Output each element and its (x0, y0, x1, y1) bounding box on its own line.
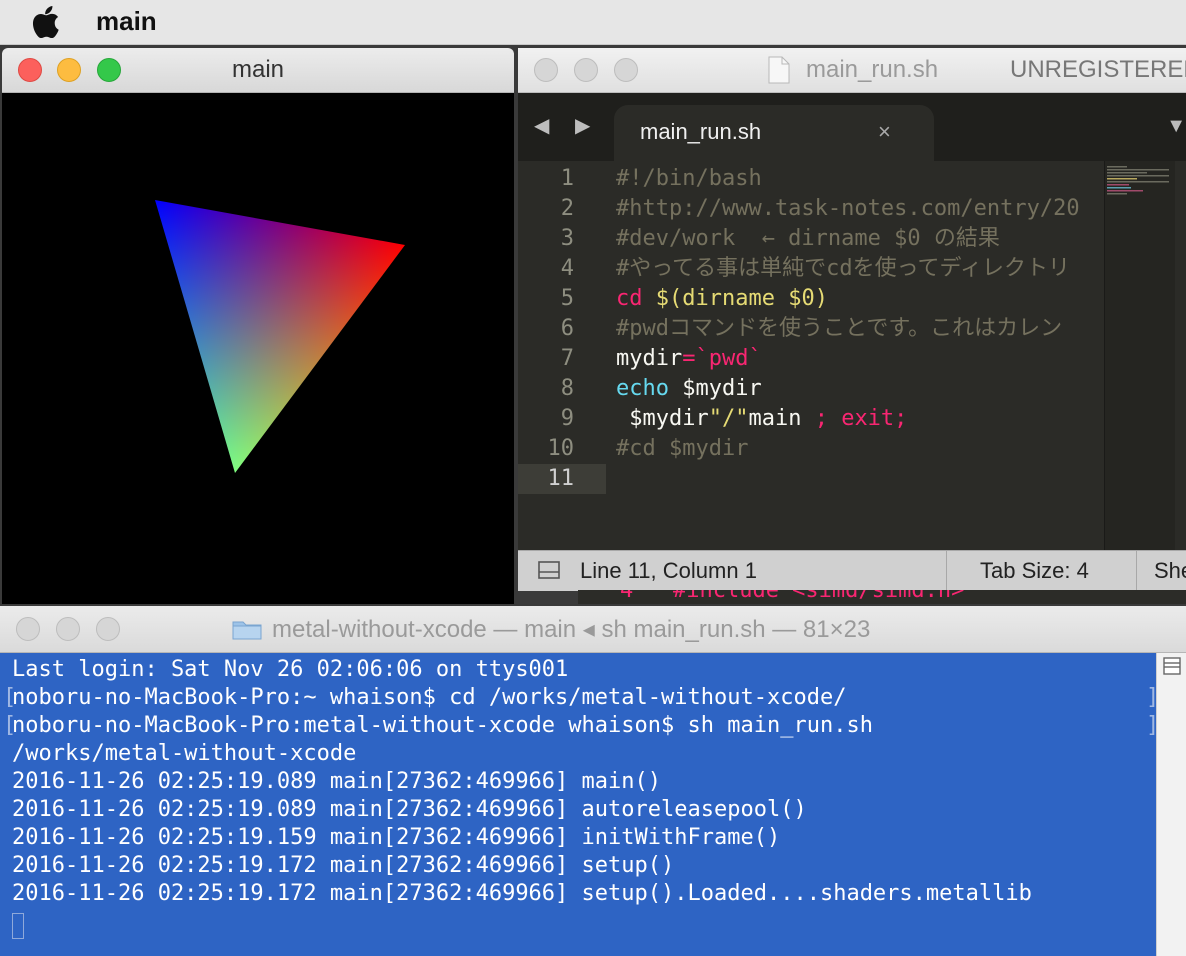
unregistered-label: UNREGISTERED (1010, 56, 1186, 83)
terminal-line: 2016-11-26 02:25:19.172 main[27362:46996… (12, 881, 1032, 906)
document-icon (768, 56, 790, 84)
folder-icon (232, 621, 262, 640)
code-line-1: #!/bin/bash (616, 166, 762, 191)
terminal-window: metal-without-xcode — main ◂ sh main_run… (0, 606, 1186, 956)
status-divider (946, 551, 947, 591)
sublime-titlebar[interactable]: main_run.sh UNREGISTERED (518, 48, 1186, 93)
code-token-exit: ; exit; (814, 406, 908, 431)
terminal-cursor (12, 913, 24, 939)
line-number: 4 (560, 256, 574, 281)
code-token-variable: $mydir (616, 406, 709, 431)
code-line-3: #dev/work ← dirname $0 の結果 (616, 226, 1000, 251)
split-pane-icon[interactable] (1163, 657, 1181, 675)
background-code-line: 4 #include <simd/simd.h> (620, 590, 965, 603)
code-line-4: #やってる事は単純でcdを使ってディレクトリ (616, 256, 1070, 281)
terminal-output[interactable]: Last login: Sat Nov 26 02:06:06 on ttys0… (0, 653, 1159, 956)
app-menu-name[interactable]: main (96, 6, 157, 37)
terminal-line: 2016-11-26 02:25:19.089 main[27362:46996… (12, 769, 662, 794)
terminal-line: noboru-no-MacBook-Pro:metal-without-xcod… (12, 713, 873, 738)
terminal-line: noboru-no-MacBook-Pro:~ whaison$ cd /wor… (12, 685, 847, 710)
syntax-selector[interactable]: She (1154, 558, 1186, 584)
minimize-window-button[interactable] (574, 58, 598, 82)
sublime-window: main_run.sh UNREGISTERED ◀ ▶ main_run.sh… (518, 48, 1186, 591)
sublime-window-title: main_run.sh (806, 56, 939, 83)
code-line-9: $mydir"/"main ; exit; (616, 404, 907, 434)
line-number: 1 (560, 166, 574, 191)
menu-bar: main (0, 0, 1186, 45)
line-number: 9 (560, 406, 574, 431)
tab-list-dropdown-icon[interactable]: ▼ (1166, 115, 1186, 138)
metal-window: main (2, 48, 514, 604)
code-token-backtick: `pwd` (695, 346, 762, 371)
terminal-line: /works/metal-without-xcode (12, 741, 357, 766)
code-line-5: cd $(dirname $0) (616, 284, 828, 314)
code-token-operator: = (682, 346, 696, 371)
line-number-gutter: 1 2 3 4 5 6 7 8 9 10 11 (518, 161, 606, 556)
code-token-word: main (748, 406, 815, 431)
status-bar: Line 11, Column 1 Tab Size: 4 She (518, 550, 1186, 591)
code-token-argument: $mydir (668, 376, 762, 401)
metal-window-titlebar[interactable]: main (2, 48, 514, 93)
terminal-line: 2016-11-26 02:25:19.172 main[27362:46996… (12, 853, 675, 878)
close-window-button[interactable] (16, 617, 40, 641)
code-line-2: #http://www.task-notes.com/entry/20 (616, 196, 1080, 221)
terminal-window-title: metal-without-xcode — main ◂ sh main_run… (272, 616, 871, 643)
tab-main-run-sh[interactable]: main_run.sh × (614, 105, 934, 161)
line-number: 7 (560, 346, 574, 371)
terminal-line: 2016-11-26 02:25:19.089 main[27362:46996… (12, 797, 807, 822)
code-token-variable: mydir (616, 346, 683, 371)
tab-label: main_run.sh (640, 119, 762, 144)
metal-window-title: main (231, 56, 285, 83)
line-number: 8 (560, 376, 574, 401)
tab-close-icon[interactable]: × (878, 119, 891, 145)
code-line-7: mydir=`pwd` (616, 344, 762, 374)
code-token-string: "/" (708, 406, 749, 431)
code-line-8: echo $mydir (616, 374, 762, 404)
minimap-preview (1107, 166, 1169, 195)
line-number: 6 (560, 316, 574, 341)
code-token-builtin: echo (616, 376, 669, 401)
close-window-button[interactable] (534, 58, 558, 82)
cursor-position: Line 11, Column 1 (580, 558, 757, 583)
zoom-window-button[interactable] (614, 58, 638, 82)
minimap[interactable] (1104, 161, 1175, 556)
terminal-line: 2016-11-26 02:25:19.159 main[27362:46996… (12, 825, 781, 850)
code-token-command: cd (616, 286, 656, 311)
line-number: 10 (547, 436, 575, 461)
background-editor-window: 4 #include <simd/simd.h> (578, 590, 1186, 604)
rgb-triangle (155, 200, 405, 473)
status-divider (1136, 551, 1137, 591)
line-number: 2 (560, 196, 574, 221)
minimize-window-button[interactable] (56, 617, 80, 641)
apple-logo-icon[interactable] (30, 6, 60, 38)
tab-size-selector[interactable]: Tab Size: 4 (980, 558, 1089, 584)
line-number: 3 (560, 226, 574, 251)
terminal-scrollbar[interactable] (1156, 653, 1186, 956)
code-line-10: #cd $mydir (616, 436, 749, 461)
panel-toggle-icon[interactable] (538, 561, 560, 579)
terminal-line: Last login: Sat Nov 26 02:06:06 on ttys0… (12, 657, 569, 682)
zoom-window-button[interactable] (96, 617, 120, 641)
line-number: 11 (547, 466, 575, 491)
metal-render-canvas[interactable] (2, 93, 514, 604)
tab-nav-arrows[interactable]: ◀ ▶ (534, 113, 600, 138)
code-token-subshell: $(dirname $0) (655, 286, 828, 311)
code-editor[interactable]: 1 2 3 4 5 6 7 8 9 10 11 #!/bin/bash #htt… (518, 161, 1186, 556)
terminal-titlebar[interactable]: metal-without-xcode — main ◂ sh main_run… (0, 606, 1186, 653)
tab-bar: ◀ ▶ main_run.sh × ▼ (518, 93, 1186, 161)
line-number: 5 (560, 286, 574, 311)
code-line-6: #pwdコマンドを使うことです。これはカレン (616, 316, 1063, 341)
code-text-area[interactable]: #!/bin/bash #http://www.task-notes.com/e… (616, 161, 1104, 556)
